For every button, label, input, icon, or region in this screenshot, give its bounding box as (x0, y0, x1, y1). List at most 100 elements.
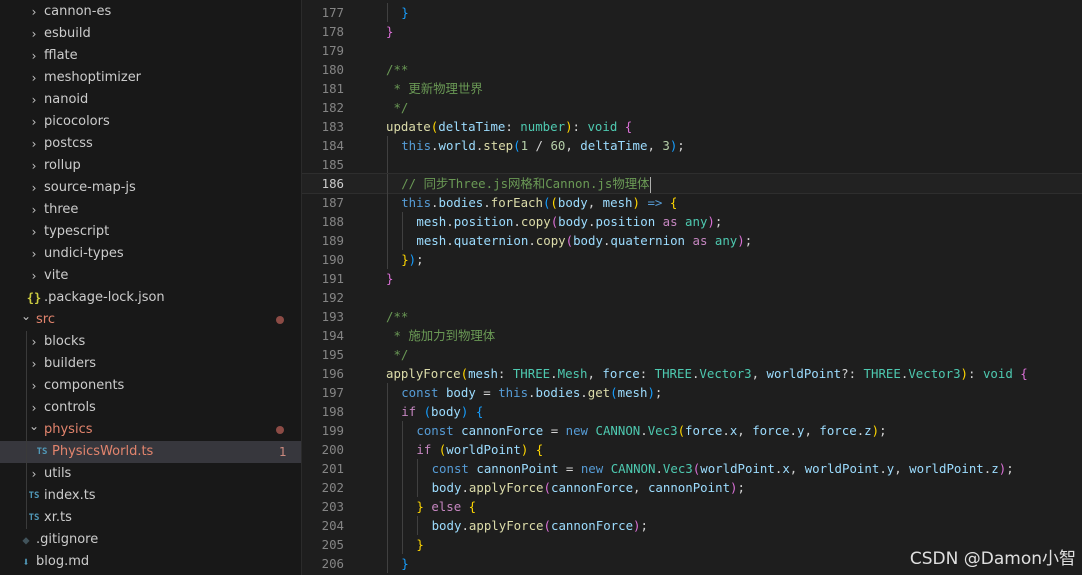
file-item[interactable]: TS index.ts (0, 485, 301, 507)
tree-item-label: source-map-js (44, 180, 136, 195)
chevron-right-icon[interactable]: › (26, 45, 42, 67)
chevron-down-icon[interactable]: ⌄ (18, 305, 34, 327)
chevron-right-icon[interactable]: › (26, 463, 42, 485)
folder-item[interactable]: › undici-types (0, 243, 301, 265)
indent-guide (402, 516, 404, 535)
folder-item[interactable]: ⌄ src (0, 309, 301, 331)
code-token: 1 (520, 138, 529, 153)
folder-item[interactable]: › fflate (0, 45, 301, 67)
code-line[interactable]: 179 (302, 41, 1082, 60)
chevron-right-icon[interactable]: › (26, 331, 42, 353)
folder-item[interactable]: › postcss (0, 133, 301, 155)
code-token: step (483, 138, 514, 153)
folder-item[interactable]: › esbuild (0, 23, 301, 45)
code-token: } (416, 537, 424, 552)
code-line[interactable]: 197 const body = this.bodies.get(mesh); (302, 383, 1082, 402)
folder-item[interactable]: › meshoptimizer (0, 67, 301, 89)
code-token: . (528, 233, 536, 248)
code-editor[interactable]: 177} 178} 179 180/** 181 * 更新物理世界 182 */183 up… (302, 0, 1082, 575)
folder-item[interactable]: › picocolors (0, 111, 301, 133)
indent-guide (387, 383, 388, 402)
code-line[interactable]: 200 if (worldPoint) { (302, 440, 1082, 459)
code-line[interactable]: 190}); (302, 250, 1082, 269)
code-line[interactable]: 185 (302, 155, 1082, 174)
indent-guide (387, 535, 388, 554)
folder-item[interactable]: › three (0, 199, 301, 221)
chevron-down-icon[interactable]: ⌄ (26, 415, 42, 437)
code-token: . (879, 461, 887, 476)
code-token: new (565, 423, 589, 438)
file-item[interactable]: TS xr.ts (0, 507, 301, 529)
code-token: cannonForce (550, 518, 634, 533)
code-token: as (662, 214, 678, 229)
line-number: 179 (321, 43, 344, 58)
code-line[interactable]: 191} (302, 269, 1082, 288)
code-line[interactable]: 196 applyForce(mesh: THREE.Mesh, force: T… (302, 364, 1082, 383)
line-number: 188 (321, 214, 344, 229)
chevron-right-icon[interactable]: › (26, 199, 42, 221)
code-line[interactable]: 184 this.world.step(1 / 60, deltaTime, 3)… (302, 136, 1082, 155)
code-line[interactable]: 188 mesh.position.copy(body.position as a… (302, 212, 1082, 231)
folder-item[interactable]: › rollup (0, 155, 301, 177)
file-item[interactable]: ◆ .gitignore (0, 529, 301, 551)
file-item[interactable]: TS PhysicsWorld.ts 1 (0, 441, 301, 463)
tree-item-label: utils (44, 466, 72, 481)
chevron-right-icon[interactable]: › (26, 155, 42, 177)
chevron-right-icon[interactable]: › (26, 89, 42, 111)
code-line[interactable]: 204 body.applyForce(cannonForce); (302, 516, 1082, 535)
code-line[interactable]: 193 /** (302, 307, 1082, 326)
file-item[interactable]: {} .package-lock.json (0, 287, 301, 309)
code-line[interactable]: 199 const cannonForce = new CANNON.Vec3(f… (302, 421, 1082, 440)
code-line[interactable]: 183 update(deltaTime: number): void { (302, 117, 1082, 136)
code-line[interactable]: 187 this.bodies.forEach((body, mesh) => { (302, 193, 1082, 212)
folder-item[interactable]: › utils (0, 463, 301, 485)
indent-guide (387, 440, 388, 459)
code-line[interactable]: 180 /** (302, 60, 1082, 79)
folder-item[interactable]: › nanoid (0, 89, 301, 111)
line-number: 201 (321, 461, 344, 476)
chevron-right-icon[interactable]: › (26, 221, 42, 243)
code-line[interactable]: 202 body.applyForce(cannonForce, cannonPo… (302, 478, 1082, 497)
chevron-right-icon[interactable]: › (26, 243, 42, 265)
folder-item[interactable]: › blocks (0, 331, 301, 353)
code-line[interactable]: 195 */ (302, 345, 1082, 364)
code-line[interactable]: 182 */ (302, 98, 1082, 117)
code-line[interactable]: 181 * 更新物理世界 (302, 79, 1082, 98)
code-line[interactable]: 201 const cannonPoint = new CANNON.Vec3(w… (302, 459, 1082, 478)
folder-item[interactable]: › source-map-js (0, 177, 301, 199)
indent-guide (387, 3, 388, 22)
code-line[interactable]: 189 mesh.quaternion.copy(body.quaternion … (302, 231, 1082, 250)
line-number: 190 (321, 252, 344, 267)
code-line[interactable]: 178} (302, 22, 1082, 41)
chevron-right-icon[interactable]: › (26, 1, 42, 23)
file-item[interactable]: ⬇ blog.md (0, 551, 301, 573)
folder-item[interactable]: › vite (0, 265, 301, 287)
code-token: const (401, 385, 439, 400)
chevron-right-icon[interactable]: › (26, 353, 42, 375)
folder-item[interactable]: › cannon-es (0, 1, 301, 23)
chevron-right-icon[interactable]: › (26, 375, 42, 397)
folder-item[interactable]: › controls (0, 397, 301, 419)
code-token: any (714, 233, 738, 248)
chevron-right-icon[interactable]: › (26, 265, 42, 287)
chevron-right-icon[interactable]: › (26, 67, 42, 89)
chevron-right-icon[interactable]: › (26, 133, 42, 155)
line-number: 204 (321, 518, 344, 533)
code-line[interactable]: 203} else { (302, 497, 1082, 516)
chevron-right-icon[interactable]: › (26, 177, 42, 199)
code-line[interactable]: 194 * 施加力到物理体 (302, 326, 1082, 345)
chevron-right-icon[interactable]: › (26, 23, 42, 45)
markdown-file-icon: ⬇ (22, 555, 30, 569)
folder-item[interactable]: › typescript (0, 221, 301, 243)
code-token: . (789, 423, 797, 438)
code-line[interactable]: 186 // 同步Three.js网格和Cannon.js物理体 (302, 173, 1082, 194)
folder-item[interactable]: ⌄ physics (0, 419, 301, 441)
folder-item[interactable]: › components (0, 375, 301, 397)
folder-item[interactable]: › builders (0, 353, 301, 375)
chevron-right-icon[interactable]: › (26, 111, 42, 133)
code-line[interactable]: 198 if (body) { (302, 402, 1082, 421)
code-line[interactable]: 192 (302, 288, 1082, 307)
code-token: * 施加力到物理体 (386, 328, 496, 343)
code-line[interactable]: 177} (302, 3, 1082, 22)
